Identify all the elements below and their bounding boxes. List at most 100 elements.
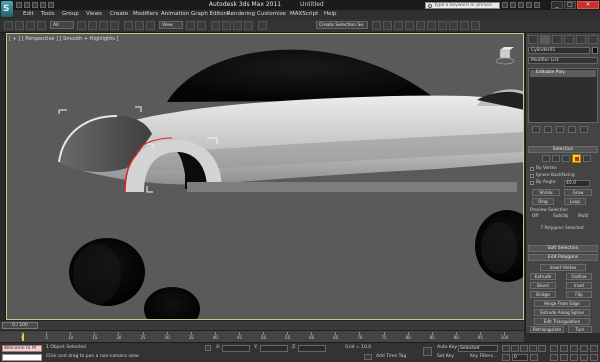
time-slider[interactable]: 0 / 100 <box>0 320 524 330</box>
goto-start-icon[interactable] <box>502 345 510 352</box>
subscription-icon[interactable] <box>510 2 516 8</box>
motion-tab-icon[interactable] <box>564 35 574 44</box>
menu-maxscript[interactable]: MAXScript <box>290 10 318 19</box>
play-icon[interactable] <box>520 345 528 352</box>
object-color-swatch[interactable] <box>592 47 598 54</box>
vertex-mode-icon[interactable] <box>542 155 550 162</box>
communication-icon[interactable] <box>518 2 524 8</box>
flip-button[interactable]: Flip <box>566 291 592 298</box>
turn-button[interactable]: Turn <box>568 326 592 333</box>
manipulate-icon[interactable] <box>197 21 206 30</box>
rotate-icon[interactable] <box>135 21 144 30</box>
zoom-all-icon[interactable] <box>560 345 568 352</box>
named-selection-sets-dropdown[interactable]: Create Selection Se <box>316 21 368 29</box>
object-name-field[interactable]: Cylinder01 <box>528 47 590 54</box>
inset-button[interactable]: Inset <box>566 282 592 289</box>
preview-off-radio[interactable]: Off <box>532 214 538 219</box>
unlink-icon[interactable] <box>37 21 46 30</box>
soft-selection-rollout-header[interactable]: Soft Selection <box>528 245 598 252</box>
polygon-mode-icon[interactable] <box>572 154 581 163</box>
zoom-icon[interactable] <box>550 345 558 352</box>
set-key-button[interactable]: Set Key <box>437 354 454 360</box>
border-mode-icon[interactable] <box>562 155 570 162</box>
menu-tools[interactable]: Tools <box>41 10 55 19</box>
menu-rendering[interactable]: Rendering <box>227 10 255 19</box>
region-zoom-icon[interactable] <box>590 354 598 361</box>
angle-spinner[interactable]: 45.0 <box>564 180 590 187</box>
render-setup-icon[interactable] <box>449 21 458 30</box>
extrude-button[interactable]: Extrude <box>530 273 556 280</box>
by-vertex-checkbox[interactable] <box>530 167 534 171</box>
perspective-viewport[interactable]: [ + ] [ Perspective ] [ Smooth + Highlig… <box>6 33 524 320</box>
selection-filter-dropdown[interactable]: All <box>50 21 74 29</box>
select-object-icon[interactable] <box>77 21 86 30</box>
maximize-button[interactable]: □ <box>564 1 576 9</box>
zoom-extents-all-icon[interactable] <box>580 345 588 352</box>
menu-help[interactable]: Help <box>324 10 337 19</box>
rendered-frame-icon[interactable] <box>460 21 469 30</box>
new-file-icon[interactable] <box>16 2 22 8</box>
minimize-button[interactable]: _ <box>551 1 563 9</box>
layer-manager-icon[interactable] <box>394 21 403 30</box>
make-unique-icon[interactable] <box>556 126 564 133</box>
key-filters-button[interactable]: Key Filters... <box>470 354 497 360</box>
hinge-from-edge-button[interactable]: Hinge From Edge <box>534 300 590 307</box>
modifier-list-dropdown[interactable]: Modifier List <box>528 57 598 64</box>
render-production-icon[interactable] <box>471 21 480 30</box>
menu-views[interactable]: Views <box>86 10 102 19</box>
edge-mode-icon[interactable] <box>552 155 560 162</box>
y-coordinate-field[interactable] <box>260 345 288 352</box>
z-coordinate-field[interactable] <box>298 345 326 352</box>
configure-modifier-sets-icon[interactable] <box>580 126 588 133</box>
preview-multi-radio[interactable]: Multi <box>578 214 589 219</box>
scale-icon[interactable] <box>146 21 155 30</box>
ring-button[interactable]: Ring <box>532 198 554 205</box>
undo-tool-icon[interactable] <box>4 21 13 30</box>
save-file-icon[interactable] <box>32 2 38 8</box>
curve-editor-icon[interactable] <box>416 21 425 30</box>
window-crossing-icon[interactable] <box>110 21 119 30</box>
track-bar[interactable]: 0 5 10 15 20 25 30 35 40 45 50 55 60 65 70 75 80 85 90 95 10… <box>0 330 524 342</box>
spinner-snap-icon[interactable] <box>244 21 253 30</box>
key-icon[interactable] <box>423 347 432 356</box>
maxscript-listener[interactable]: Welcome to M <box>2 345 42 352</box>
orbit-icon[interactable] <box>560 354 568 361</box>
undo-icon[interactable] <box>40 2 46 8</box>
by-angle-checkbox[interactable] <box>530 181 534 185</box>
percent-snap-icon[interactable] <box>233 21 242 30</box>
menu-group[interactable]: Group <box>62 10 79 19</box>
open-file-icon[interactable] <box>24 2 30 8</box>
help-icon[interactable] <box>534 2 540 8</box>
schematic-view-icon[interactable] <box>427 21 436 30</box>
app-logo-icon[interactable]: S <box>1 1 13 17</box>
lock-selection-icon[interactable] <box>205 345 211 351</box>
goto-end-icon[interactable] <box>538 345 546 352</box>
move-icon[interactable] <box>124 21 133 30</box>
extrude-along-spline-button[interactable]: Extrude Along Spline <box>534 309 590 316</box>
element-mode-icon[interactable] <box>583 155 591 162</box>
pivot-center-icon[interactable] <box>186 21 195 30</box>
search-input[interactable]: Type a keyword or phrase <box>425 2 500 9</box>
show-end-result-icon[interactable] <box>544 126 552 133</box>
time-tag-icon[interactable] <box>364 354 372 360</box>
snaps-toggle-icon[interactable] <box>211 21 220 30</box>
menu-modifiers[interactable]: Modifiers <box>133 10 158 19</box>
maxscript-input[interactable] <box>2 354 42 361</box>
modify-tab-icon[interactable] <box>540 35 550 44</box>
viewport-label[interactable]: [ + ] [ Perspective ] [ Smooth + Highlig… <box>9 36 118 42</box>
time-config-icon[interactable] <box>530 354 538 361</box>
binoculars-icon[interactable] <box>502 2 508 8</box>
retriangulate-button[interactable]: Retriangulate <box>530 326 564 333</box>
close-button[interactable]: ✕ <box>577 1 599 9</box>
preview-subobj-radio[interactable]: SubObj <box>553 214 568 219</box>
key-mode-icon[interactable] <box>502 354 510 361</box>
stack-item-editable-poly[interactable]: Editable Poly <box>530 70 596 77</box>
prev-frame-icon[interactable] <box>511 345 519 352</box>
graphite-ribbon-icon[interactable] <box>405 21 414 30</box>
menu-customize[interactable]: Customize <box>257 10 286 19</box>
material-editor-icon[interactable] <box>438 21 447 30</box>
select-by-name-icon[interactable] <box>88 21 97 30</box>
zoom-extents-icon[interactable] <box>570 345 578 352</box>
hierarchy-tab-icon[interactable] <box>552 35 562 44</box>
next-frame-icon[interactable] <box>529 345 537 352</box>
